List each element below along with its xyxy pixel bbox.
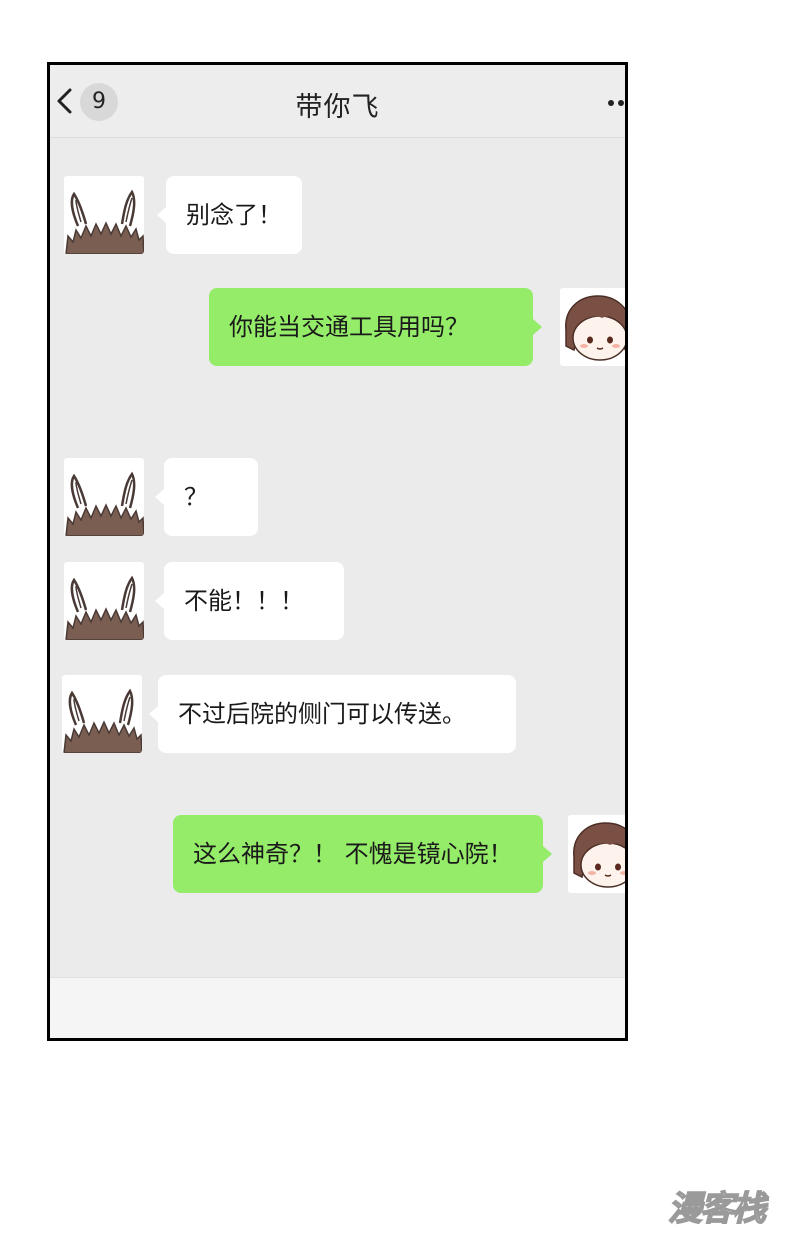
rabbit-ears-avatar[interactable] bbox=[62, 675, 142, 753]
rabbit-ears-avatar[interactable] bbox=[64, 562, 144, 640]
message-bubble[interactable]: 不过后院的侧门可以传送。 bbox=[149, 675, 516, 753]
message-bubble[interactable]: 你能当交通工具用吗？ bbox=[209, 288, 542, 366]
chat-window: 9 带你飞 别念了！ 你能当交通工具用吗？ ？ 不能！！！ 不过后院的侧门可以传… bbox=[47, 62, 628, 1041]
message-bubble[interactable]: 别念了！ bbox=[157, 176, 302, 254]
ellipsis-icon[interactable] bbox=[607, 99, 628, 107]
message-bubble[interactable]: 不能！！！ bbox=[155, 562, 344, 640]
message-bubble[interactable]: 这么神奇？！ 不愧是镜心院！ bbox=[173, 815, 552, 893]
girl-avatar[interactable] bbox=[560, 288, 625, 366]
rabbit-ears-avatar[interactable] bbox=[64, 458, 144, 536]
chat-header: 9 带你飞 bbox=[50, 65, 625, 138]
input-bar[interactable] bbox=[50, 977, 625, 1038]
chat-title: 带你飞 bbox=[295, 92, 380, 123]
girl-avatar[interactable] bbox=[568, 815, 625, 893]
watermark-logo: 漫客栈 bbox=[667, 1188, 767, 1230]
rabbit-ears-avatar[interactable] bbox=[64, 176, 144, 254]
message-list: 别念了！ 你能当交通工具用吗？ ？ 不能！！！ 不过后院的侧门可以传送。 这么神… bbox=[50, 138, 625, 978]
message-bubble[interactable]: ？ bbox=[155, 458, 258, 536]
